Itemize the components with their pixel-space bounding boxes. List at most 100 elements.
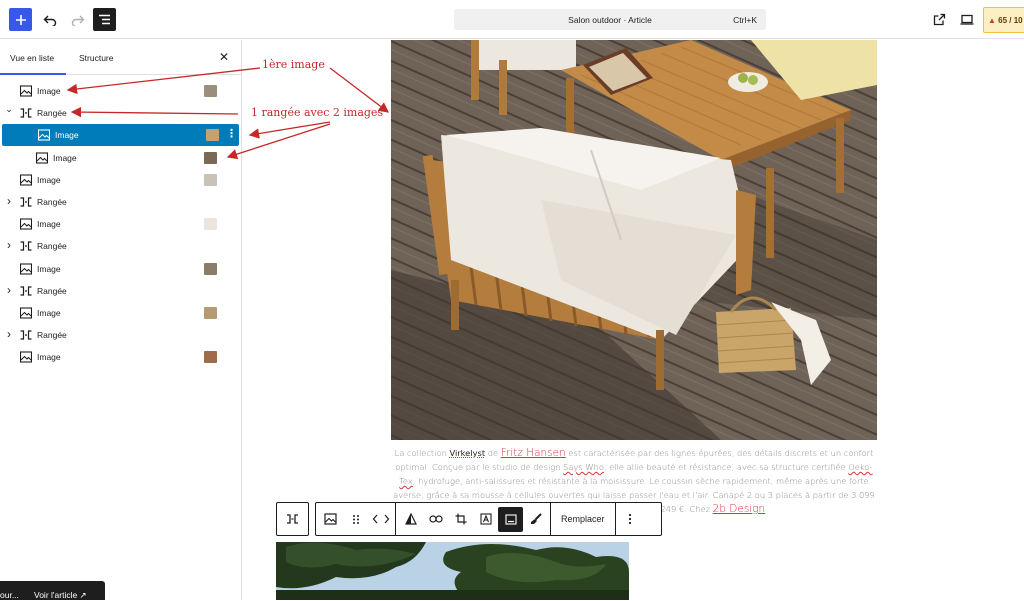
list-view-item-row[interactable]: › Rangée — [0, 191, 240, 213]
list-view-icon — [99, 14, 110, 25]
preview-device-button[interactable] — [955, 8, 978, 31]
list-view-item-label: Rangée — [37, 241, 67, 252]
block-toolbar: Remplacer — [315, 502, 662, 536]
list-view-item-image[interactable]: Image — [0, 302, 240, 324]
caption-link-fritz-hansen[interactable]: Fritz Hansen — [501, 447, 566, 459]
image-icon — [20, 85, 32, 97]
list-view-item-label: Image — [37, 174, 61, 185]
caption-icon — [504, 513, 517, 525]
block-options-button[interactable] — [618, 507, 643, 532]
add-text-over-image-button[interactable] — [473, 507, 498, 532]
row-icon — [20, 197, 32, 207]
image-block-type-button[interactable] — [318, 507, 343, 532]
command-palette-bar[interactable]: Salon outdoor · Article Ctrl+K — [454, 9, 766, 30]
redo-icon — [71, 15, 84, 26]
row-icon — [287, 514, 298, 524]
tab-structure[interactable]: Structure — [79, 53, 114, 63]
close-icon[interactable]: ✕ — [219, 51, 229, 63]
crop-button[interactable] — [448, 507, 473, 532]
block-style-button[interactable] — [523, 507, 548, 532]
chevron-right-icon[interactable]: › — [4, 195, 14, 207]
image-icon — [20, 174, 32, 186]
image-thumbnail — [204, 262, 217, 275]
more-vertical-icon — [628, 513, 632, 525]
view-post-link[interactable]: Voir l'article ↗ — [34, 590, 87, 601]
annotation-row-two-images: 1 rangée avec 2 images — [251, 106, 384, 119]
add-block-button[interactable] — [9, 8, 32, 31]
toolbar-group-replace: Remplacer — [551, 502, 616, 536]
caption-link-2b-design[interactable]: 2b Design — [713, 503, 766, 515]
external-link-icon — [933, 13, 946, 26]
list-view-item-image[interactable]: Image ⋮ — [2, 124, 239, 147]
list-view-item-row[interactable]: › Rangée — [0, 280, 240, 302]
list-view-item-label: Rangée — [37, 285, 67, 296]
caption-toggle-button[interactable] — [498, 506, 523, 532]
plus-icon — [15, 14, 26, 25]
image-icon — [20, 263, 32, 275]
image-icon — [36, 152, 48, 164]
list-view-item-row[interactable]: ⌄ Rangée — [0, 102, 240, 124]
selected-image-block[interactable] — [391, 40, 877, 440]
shortcut-hint: Ctrl+K — [733, 15, 757, 25]
toolbar-group-block — [316, 502, 396, 536]
move-arrows-icon — [372, 514, 389, 524]
annotation-first-image: 1ère image — [262, 58, 325, 71]
flame-icon: ▲ — [988, 16, 996, 25]
caption-brand: Virkelyst — [449, 448, 486, 458]
list-view-item-label: Image — [53, 152, 77, 163]
image-icon — [324, 513, 337, 525]
editor-top-bar: Salon outdoor · Article Ctrl+K ▲ 65 / 10 — [0, 0, 1024, 39]
image-thumbnail — [204, 218, 217, 231]
list-view-item-image[interactable]: Image — [0, 169, 240, 191]
list-view-item-image[interactable]: Image — [0, 213, 240, 235]
duotone-button[interactable] — [398, 507, 423, 532]
image-thumbnail — [206, 129, 219, 142]
desktop-icon — [960, 14, 973, 25]
paint-brush-icon — [530, 513, 542, 524]
chevron-right-icon[interactable]: › — [4, 284, 14, 296]
tab-list-view[interactable]: Vue en liste — [10, 53, 54, 63]
list-view-item-label: Rangée — [37, 108, 67, 119]
list-view-item-label: Rangée — [37, 197, 67, 207]
list-view-item-label: Image — [37, 86, 61, 96]
list-view-item-image[interactable]: Image — [0, 346, 240, 368]
row-icon — [20, 108, 32, 118]
redo-button[interactable] — [66, 8, 89, 31]
drag-handle-button[interactable] — [343, 507, 368, 532]
undo-icon — [43, 15, 56, 26]
more-vertical-icon[interactable]: ⋮ — [226, 128, 237, 140]
chevron-down-icon[interactable]: ⌄ — [4, 104, 14, 114]
image-thumbnail — [204, 351, 217, 364]
image-thumbnail — [204, 307, 217, 319]
view-post-button[interactable] — [928, 8, 951, 31]
list-view-item-row[interactable]: › Rangée — [0, 324, 240, 346]
list-view-item-row[interactable]: › Rangée — [0, 235, 240, 257]
list-view-item-image[interactable]: Image — [0, 258, 240, 280]
chevron-right-icon[interactable]: › — [4, 239, 14, 251]
list-view-item-label: Image — [55, 130, 79, 141]
undo-button[interactable] — [38, 8, 61, 31]
list-view-item-image[interactable]: Image — [0, 80, 240, 102]
next-image-block[interactable] — [276, 542, 629, 600]
list-view-item-label: Image — [37, 308, 61, 318]
insert-link-button[interactable] — [423, 507, 448, 532]
list-view-button[interactable] — [93, 8, 116, 31]
image-icon — [20, 307, 32, 319]
snackbar-notice: our... Voir l'article ↗ — [0, 581, 105, 600]
select-parent-row-button[interactable] — [276, 502, 309, 536]
pine-trees-photo — [276, 542, 629, 600]
chevron-right-icon[interactable]: › — [4, 328, 14, 340]
text-over-image-icon — [479, 513, 492, 525]
list-view-item-label: Image — [37, 263, 61, 274]
list-view-item-label: Rangée — [37, 330, 67, 341]
drag-handle-icon — [352, 514, 359, 524]
snackbar-text: our... — [0, 590, 19, 600]
image-thumbnail — [204, 151, 217, 164]
seo-score-badge[interactable]: ▲ 65 / 10 — [983, 7, 1024, 33]
image-icon — [20, 351, 32, 363]
active-tab-indicator — [0, 73, 66, 75]
toolbar-group-options — [616, 502, 645, 536]
list-view-item-image[interactable]: Image — [0, 147, 240, 169]
move-left-right-button[interactable] — [368, 507, 393, 532]
replace-button[interactable]: Remplacer — [553, 514, 613, 524]
